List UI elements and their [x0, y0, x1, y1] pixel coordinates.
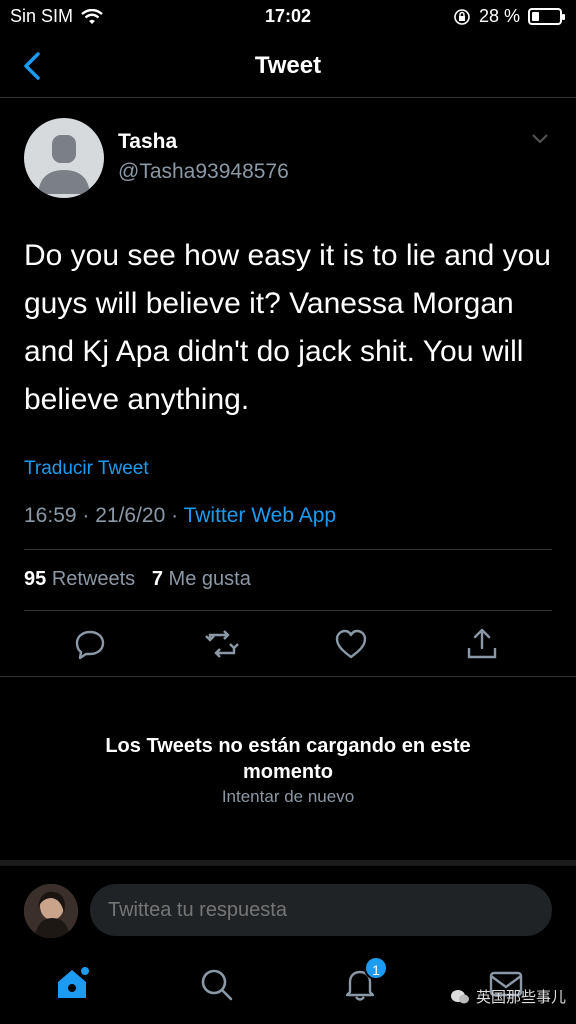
- status-bar: Sin SIM 17:02 28 %: [0, 0, 576, 34]
- divider: [24, 549, 552, 550]
- author-name[interactable]: Tasha: [118, 130, 177, 154]
- likes-label[interactable]: Me gusta: [169, 568, 251, 590]
- tweet-actions: [0, 626, 576, 666]
- retweets-label[interactable]: Retweets: [52, 568, 135, 590]
- battery-percent: 28 %: [478, 6, 520, 26]
- tweet-timestamp: 16:59 · 21/6/20 ·: [24, 504, 184, 527]
- like-icon[interactable]: [333, 626, 369, 662]
- reply-input[interactable]: [90, 884, 552, 936]
- user-avatar[interactable]: [24, 884, 78, 938]
- retweets-count[interactable]: 95: [24, 568, 46, 590]
- notifications-badge: 1: [364, 956, 388, 980]
- retry-button[interactable]: Intentar de nuevo: [0, 787, 576, 807]
- watermark: 英国那些事儿: [450, 986, 566, 1007]
- user-photo-icon: [24, 884, 78, 938]
- nav-bar: Tweet: [0, 34, 576, 98]
- divider: [24, 610, 552, 611]
- tab-notifications[interactable]: 1: [340, 956, 388, 1004]
- tab-bar: 1 英国那些事儿: [0, 950, 576, 1024]
- tweet-source-link[interactable]: Twitter Web App: [184, 504, 337, 527]
- page-title: Tweet: [254, 52, 322, 79]
- likes-count[interactable]: 7: [152, 568, 163, 590]
- author-handle[interactable]: @Tasha93948576: [118, 160, 289, 184]
- tweet-stats: 95 Retweets 7 Me gusta: [24, 568, 251, 591]
- chevron-down-icon[interactable]: [530, 132, 550, 146]
- tweet-meta: 16:59 · 21/6/20 · Twitter Web App: [24, 504, 336, 528]
- translate-link[interactable]: Traducir Tweet: [24, 458, 149, 480]
- reply-icon[interactable]: [72, 626, 108, 662]
- orientation-lock-icon: [454, 8, 470, 25]
- tweet-text: Do you see how easy it is to lie and you…: [24, 239, 551, 416]
- author-avatar[interactable]: [24, 118, 104, 198]
- replies-empty-message: Los Tweets no están cargando en este mom…: [105, 735, 471, 783]
- default-avatar-icon: [38, 135, 90, 194]
- retweet-icon[interactable]: [204, 626, 240, 662]
- home-icon[interactable]: [52, 964, 92, 1004]
- reply-composer: [0, 872, 576, 950]
- replies-section: Los Tweets no están cargando en este mom…: [0, 676, 576, 866]
- share-icon[interactable]: [464, 626, 500, 662]
- tweet-author: Tasha @Tasha93948576: [24, 118, 554, 198]
- search-icon[interactable]: [196, 964, 236, 1004]
- battery-level: [532, 12, 539, 21]
- battery-icon: [528, 8, 565, 25]
- wechat-icon: [450, 989, 469, 1003]
